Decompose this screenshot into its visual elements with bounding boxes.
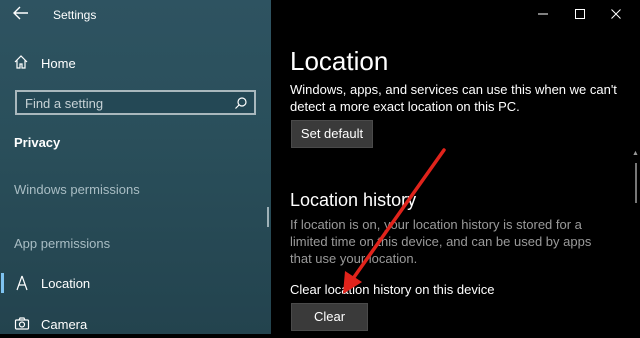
- annotation-arrow: [343, 148, 446, 294]
